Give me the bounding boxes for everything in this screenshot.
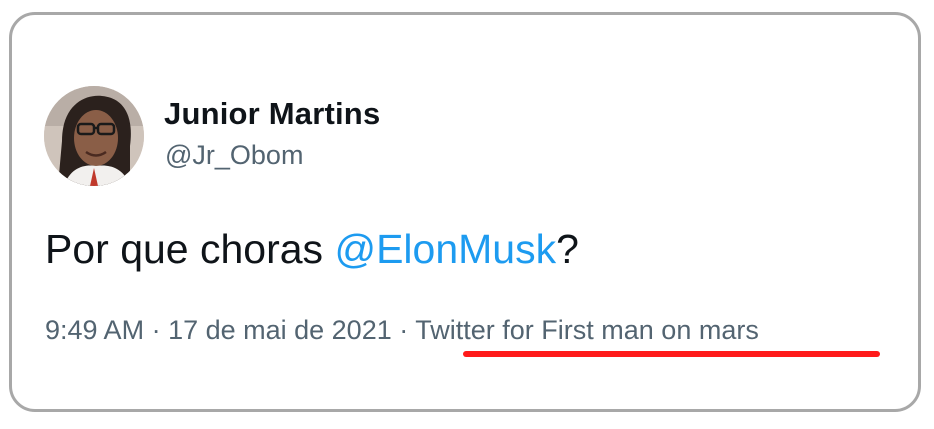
tweet-text-before: Por que choras [45,226,335,272]
tweet-time[interactable]: 9:49 AM [45,315,144,345]
tweet-date[interactable]: 17 de mai de 2021 [168,315,392,345]
meta-separator-1: · [144,315,169,345]
tweet-text: Por que choras @ElonMusk? [45,226,579,273]
author-display-name[interactable]: Junior Martins [164,96,380,132]
meta-separator-2: · [391,315,416,345]
mention-link[interactable]: @ElonMusk [334,226,556,272]
author-handle[interactable]: @Jr_Obom [165,140,303,171]
tweet-source[interactable]: Twitter for First man on mars [415,315,759,345]
avatar[interactable] [44,86,144,186]
red-underline-annotation [463,351,880,357]
avatar-photo-icon [44,86,144,186]
tweet-meta: 9:49 AM · 17 de mai de 2021 · Twitter fo… [45,315,759,346]
tweet-text-after: ? [556,226,579,272]
